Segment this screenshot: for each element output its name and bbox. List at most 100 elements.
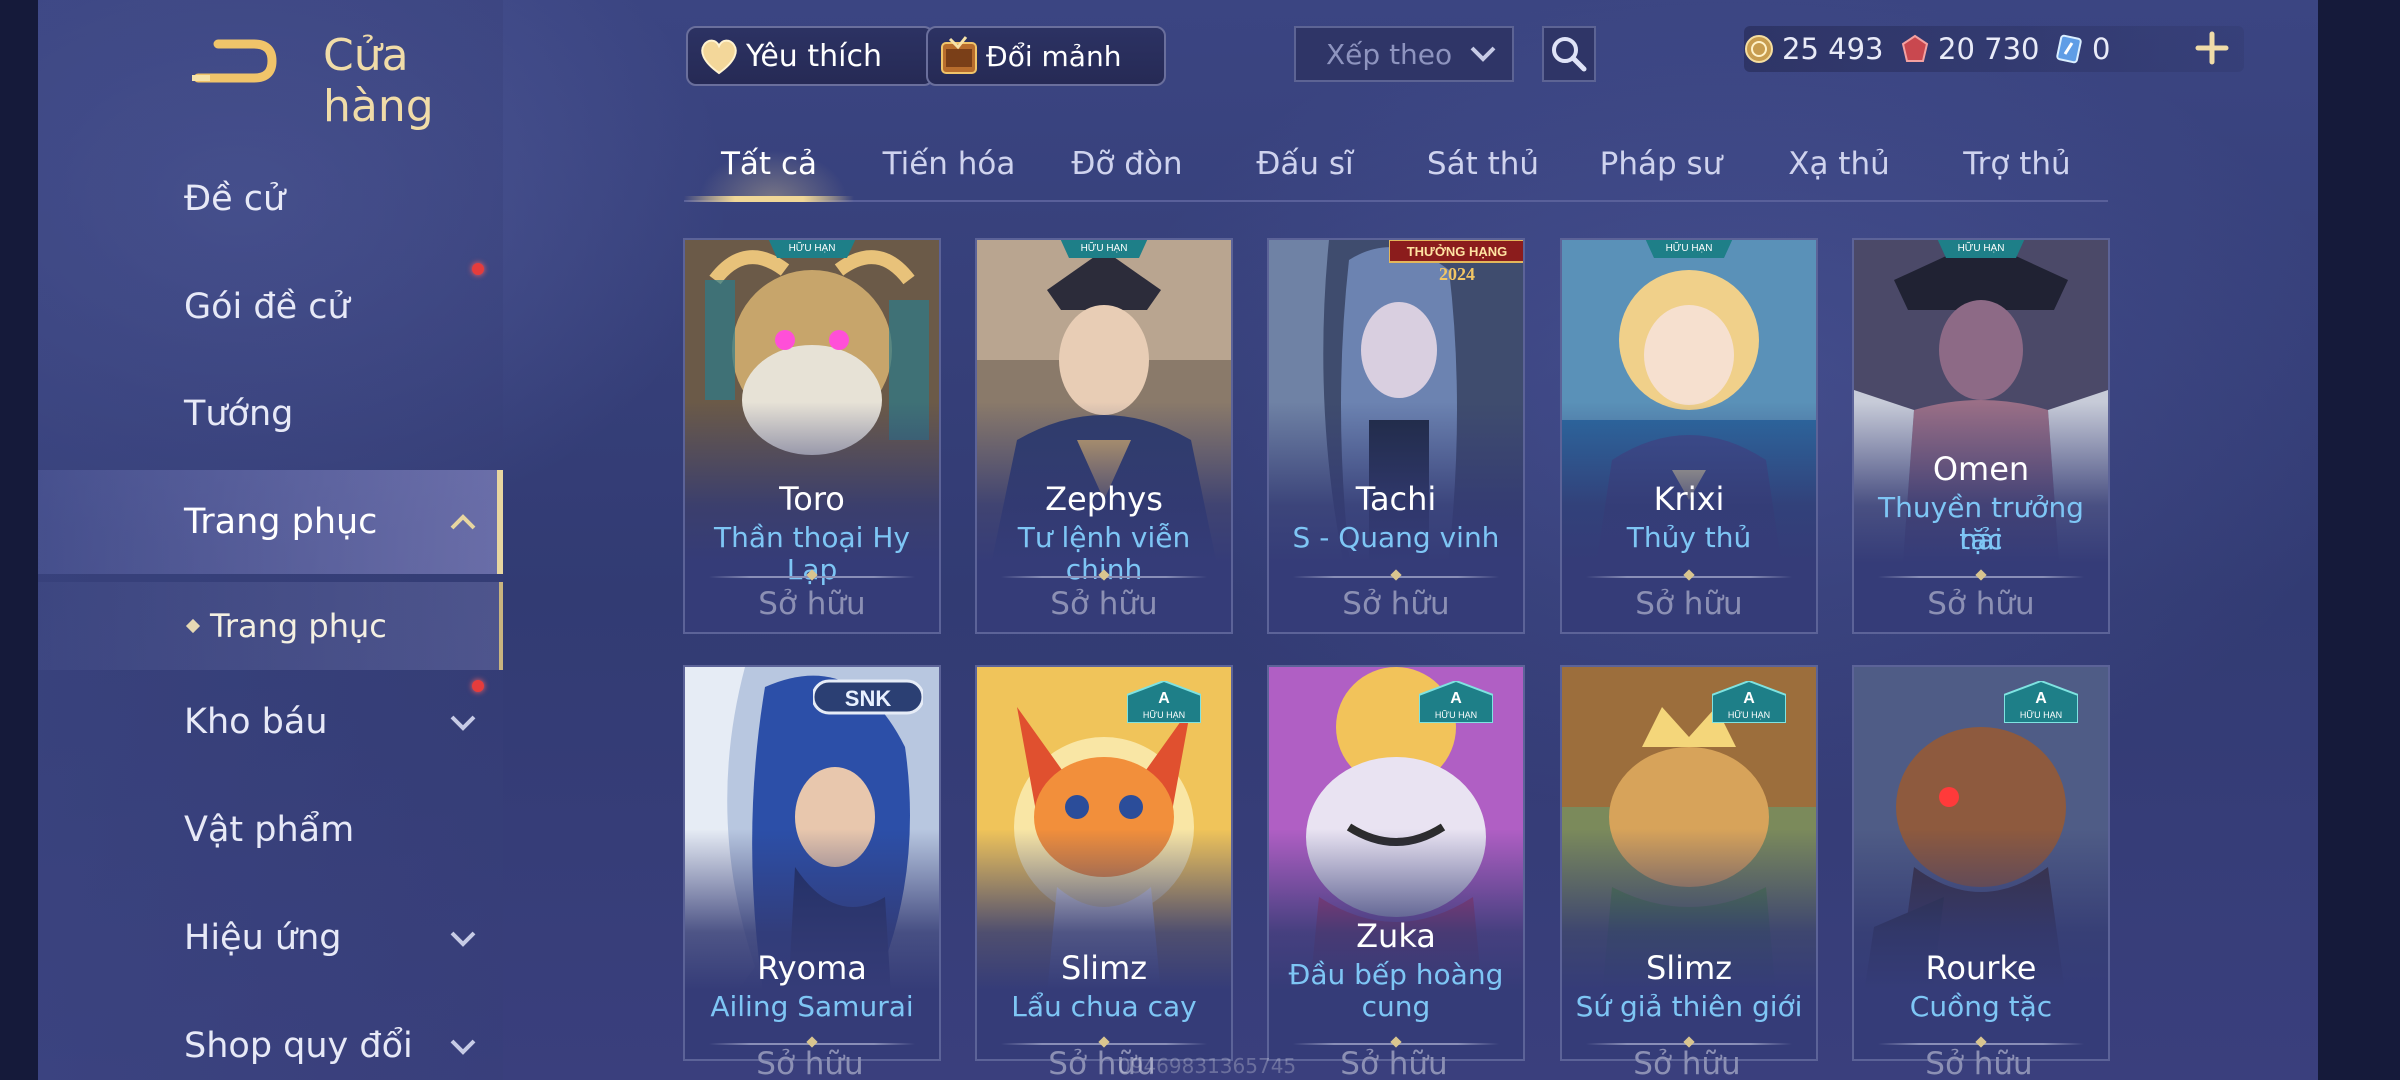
favorites-button[interactable]: Yêu thích — [686, 26, 934, 86]
notification-dot — [472, 680, 484, 692]
red-gem-icon — [1901, 34, 1929, 62]
card-fade — [1854, 829, 2108, 1059]
token-balance: 0 — [2054, 28, 2110, 70]
svg-text:HỮU HẠN: HỮU HẠN — [1666, 241, 1713, 254]
search-button[interactable] — [1542, 26, 1596, 82]
sidebar-item-recommended[interactable]: Đề cử — [38, 147, 503, 251]
ranked-reward-banner: THƯỞNG HẠNG 2024 — [1389, 240, 1523, 284]
tab-mage[interactable]: Pháp sư — [1576, 146, 1746, 192]
favorites-label: Yêu thích — [746, 38, 882, 74]
sidebar-item-items[interactable]: Vật phẩm — [38, 778, 503, 882]
sidebar-item-heroes[interactable]: Tướng — [38, 362, 503, 466]
skin-card[interactable]: A HỮU HẠN Slimz Sứ giả thiên giới — [1560, 665, 1818, 1061]
limited-badge: HỮU HẠN — [1937, 240, 2025, 258]
sidebar-item-label: Gói đề cử — [184, 287, 350, 327]
add-currency-button[interactable] — [2194, 30, 2230, 66]
sidebar-item-exchange-shop[interactable]: Shop quy đổi — [38, 994, 503, 1080]
owned-status: Sở hữu — [1342, 586, 1450, 622]
owned-status: Sở hữu — [1927, 586, 2035, 622]
limited-badge: HỮU HẠN — [1645, 240, 1733, 258]
hero-name: Toro — [779, 480, 845, 518]
rank-a-limited-badge: A HỮU HẠN — [1419, 681, 1493, 723]
sidebar-item-recommended-bundles[interactable]: Gói đề cử — [38, 255, 503, 359]
owned-status: Sở hữu — [1633, 1046, 1741, 1080]
tab-fighter[interactable]: Đấu sĩ — [1220, 146, 1390, 192]
skin-card[interactable]: A HỮU HẠN Slimz Lẩu chua cay — [975, 665, 1233, 1061]
svg-text:2024: 2024 — [1439, 264, 1475, 284]
rank-a-limited-badge: A HỮU HẠN — [1127, 681, 1201, 723]
skin-card[interactable]: A HỮU HẠN Zuka Đầu bếp hoàng cung — [1267, 665, 1525, 1061]
sidebar-item-label: Kho báu — [184, 702, 328, 742]
heart-icon — [701, 39, 737, 75]
rank-a-limited-badge: A HỮU HẠN — [1712, 681, 1786, 723]
owned-status: Sở hữu — [758, 586, 866, 622]
skin-name-line2: tặc — [1959, 523, 2003, 556]
svg-text:HỮU HẠN: HỮU HẠN — [1143, 710, 1185, 720]
exchange-shards-button[interactable]: Đổi mảnh — [926, 26, 1166, 86]
hero-name: Rourke — [1925, 949, 2037, 987]
owned-status: Sở hữu — [1050, 586, 1158, 622]
skin-card[interactable]: A HỮU HẠN Rourke Cuồng tặc — [1852, 665, 2110, 1061]
exchange-label: Đổi mảnh — [986, 39, 1122, 73]
hero-name: Zephys — [1045, 480, 1163, 518]
owned-status: Sở hữu — [1340, 1046, 1448, 1080]
owned-status: Sở hữu — [1925, 1046, 2033, 1080]
skin-name: Cuồng tặc — [1909, 990, 2053, 1023]
tab-evolution[interactable]: Tiến hóa — [864, 146, 1034, 192]
chevron-down-icon — [450, 715, 476, 731]
skin-card[interactable]: HỮU HẠN Toro Thần thoại Hy Lạp Sở hữu — [683, 238, 941, 634]
svg-text:HỮU HẠN: HỮU HẠN — [1435, 710, 1477, 720]
tab-assassin[interactable]: Sát thủ — [1398, 146, 1568, 192]
skin-card[interactable]: HỮU HẠN Zephys Tư lệnh viễn chinh Sở hữu — [975, 238, 1233, 634]
voucher-amount: 20 730 — [1938, 32, 2040, 66]
tabs-divider — [684, 200, 2108, 202]
back-arrow-icon — [192, 39, 277, 83]
sidebar-item-label: Hiệu ứng — [184, 918, 342, 958]
gold-balance: 25 493 — [1744, 28, 1883, 70]
svg-text:HỮU HẠN: HỮU HẠN — [1728, 710, 1770, 720]
tab-all[interactable]: Tất cả — [684, 146, 854, 192]
token-amount: 0 — [2092, 32, 2111, 66]
blue-ticket-icon — [2056, 34, 2082, 64]
skin-card[interactable]: SNK Ryoma Ailing Samurai — [683, 665, 941, 1061]
svg-text:THƯỞNG HẠNG: THƯỞNG HẠNG — [1407, 244, 1508, 259]
search-icon — [1552, 37, 1587, 72]
gold-amount: 25 493 — [1782, 32, 1884, 66]
skin-name: Ailing Samurai — [710, 990, 914, 1023]
hero-name: Zuka — [1356, 917, 1436, 955]
skin-card[interactable]: HỮU HẠN Krixi Thủy thủ Sở hữu — [1560, 238, 1818, 634]
sidebar-item-effects[interactable]: Hiệu ứng — [38, 886, 503, 990]
sidebar-item-label: Tướng — [184, 394, 294, 434]
sidebar-subitem-skins[interactable]: Trang phục — [38, 582, 503, 670]
voucher-balance: 20 730 — [1900, 28, 2039, 70]
chevron-up-icon — [450, 514, 476, 530]
back-button[interactable] — [188, 36, 278, 86]
svg-text:HỮU HẠN: HỮU HẠN — [789, 241, 836, 254]
svg-text:HỮU HẠN: HỮU HẠN — [1081, 241, 1128, 254]
skin-card[interactable]: HỮU HẠN Omen Thuyền trưởng hải tặc Sở hữ… — [1852, 238, 2110, 634]
chevron-down-icon — [450, 931, 476, 947]
svg-text:A: A — [1743, 690, 1755, 707]
sort-dropdown[interactable]: Xếp theo — [1294, 26, 1514, 82]
svg-text:SNK: SNK — [845, 686, 892, 711]
card-fade — [685, 829, 939, 1059]
tab-tank[interactable]: Đỡ đòn — [1042, 146, 1212, 192]
sidebar: Cửa hàng Đề cử Gói đề cử Tướng Trang phụ… — [38, 0, 503, 1080]
chevron-down-icon — [450, 1039, 476, 1055]
skin-name: S - Quang vinh — [1292, 521, 1500, 554]
tab-support[interactable]: Trợ thủ — [1932, 146, 2102, 192]
skin-card[interactable]: THƯỞNG HẠNG 2024 Tachi S - Quang vinh Sở… — [1267, 238, 1525, 634]
limited-badge: HỮU HẠN — [1060, 240, 1148, 258]
sidebar-item-treasure[interactable]: Kho báu — [38, 670, 503, 774]
tab-marksman[interactable]: Xạ thủ — [1754, 146, 1924, 192]
svg-text:HỮU HẠN: HỮU HẠN — [1958, 241, 2005, 254]
svg-text:A: A — [1450, 690, 1462, 707]
chevron-down-icon — [1470, 46, 1496, 62]
page-title: Cửa hàng — [323, 30, 434, 132]
hero-name: Tachi — [1355, 480, 1437, 518]
owned-status: Sở hữu — [756, 1046, 864, 1080]
shard-chest-icon — [941, 36, 977, 74]
skin-name-line2: cung — [1361, 990, 1431, 1023]
sidebar-item-skins[interactable]: Trang phục — [38, 470, 503, 574]
skin-name: Lẩu chua cay — [1011, 990, 1197, 1023]
